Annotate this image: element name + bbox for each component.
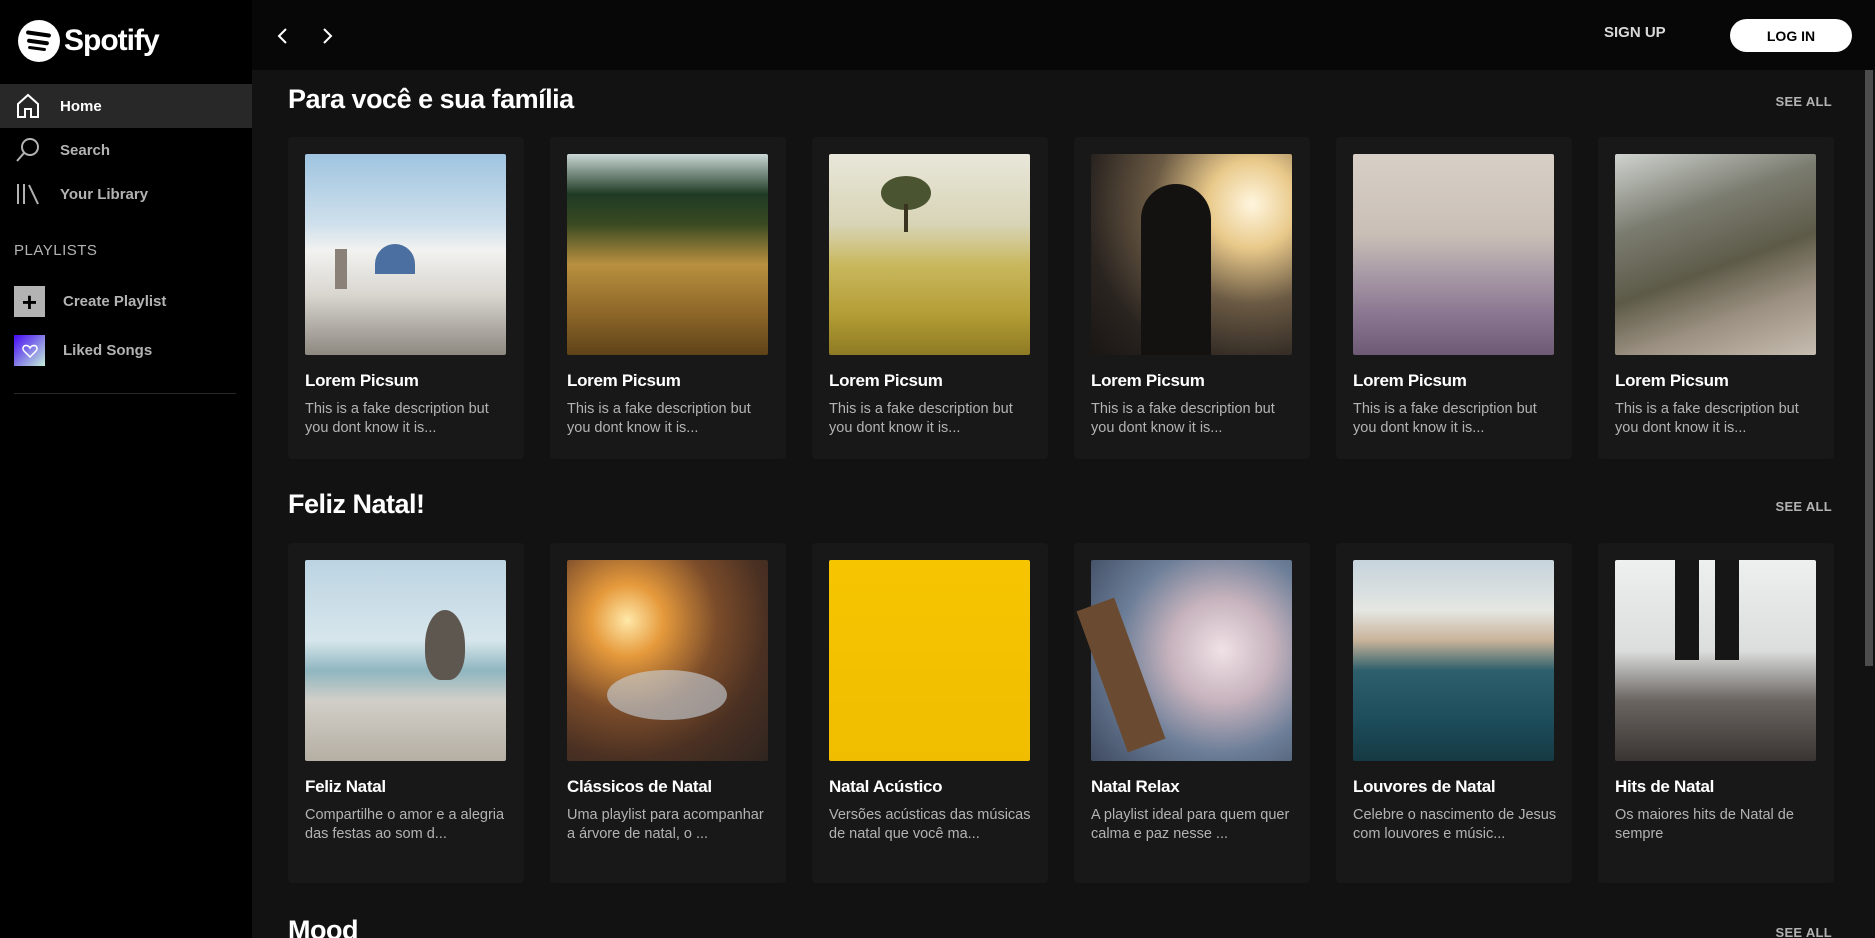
chevron-left-icon <box>277 28 287 44</box>
section-para-voce: Para você e sua família SEE ALL Lorem Pi… <box>288 84 1834 464</box>
card-image <box>1091 154 1292 355</box>
section-mood: Mood SEE ALL <box>288 915 1833 938</box>
playlist-card[interactable]: Lorem Picsum This is a fake description … <box>1336 137 1572 459</box>
section-feliz-natal: Feliz Natal! SEE ALL Feliz Natal Compart… <box>288 489 1834 889</box>
card-image <box>829 154 1030 355</box>
forward-button[interactable] <box>313 22 341 50</box>
scrollbar[interactable] <box>1863 70 1875 938</box>
card-description: This is a fake description but you dont … <box>829 401 1013 436</box>
playlists-heading: PLAYLISTS <box>14 242 98 259</box>
card-description: This is a fake description but you dont … <box>1353 401 1537 436</box>
card-title: Lorem Picsum <box>829 371 943 390</box>
sidebar: Spotify Home Search Your Library PLAYLIS… <box>0 0 252 938</box>
top-bar: SIGN UP LOG IN <box>252 0 1875 70</box>
card-title: Natal Acústico <box>829 777 943 796</box>
card-image <box>305 560 506 761</box>
sign-up-button[interactable]: SIGN UP <box>1604 24 1666 41</box>
card-title: Feliz Natal <box>305 777 386 796</box>
spotify-logo-icon <box>18 20 60 62</box>
home-icon <box>17 93 39 118</box>
playlist-card[interactable]: Natal Acústico Versões acústicas das mús… <box>812 543 1048 883</box>
create-playlist-button[interactable]: + Create Playlist <box>14 286 166 317</box>
see-all-link[interactable]: SEE ALL <box>1775 925 1832 938</box>
nav-item-label: Your Library <box>60 185 149 203</box>
card-title: Lorem Picsum <box>1615 371 1729 390</box>
card-title: Lorem Picsum <box>1353 371 1467 390</box>
playlist-card[interactable]: Clássicos de Natal Uma playlist para aco… <box>550 543 786 883</box>
card-description: This is a fake description but you dont … <box>305 401 489 436</box>
card-image <box>567 560 768 761</box>
liked-songs-label: Liked Songs <box>63 342 153 359</box>
playlist-card[interactable]: Lorem Picsum This is a fake description … <box>288 137 524 459</box>
create-playlist-label: Create Playlist <box>63 293 167 310</box>
playlist-card[interactable]: Louvores de Natal Celebre o nascimento d… <box>1336 543 1572 883</box>
card-image <box>1615 154 1816 355</box>
section-title: Para você e sua família <box>288 84 574 114</box>
see-all-link[interactable]: SEE ALL <box>1775 499 1832 514</box>
sidebar-divider <box>14 393 236 394</box>
card-title: Hits de Natal <box>1615 777 1715 796</box>
playlist-card[interactable]: Feliz Natal Compartilhe o amor e a alegr… <box>288 543 524 883</box>
playlist-card[interactable]: Natal Relax A playlist ideal para quem q… <box>1074 543 1310 883</box>
nav-item-label: Home <box>60 97 102 115</box>
card-image <box>567 154 768 355</box>
see-all-link[interactable]: SEE ALL <box>1775 94 1832 109</box>
card-image <box>829 560 1030 761</box>
main-nav: Home Search Your Library <box>0 84 252 216</box>
playlist-card[interactable]: Lorem Picsum This is a fake description … <box>1598 137 1834 459</box>
spotify-logo[interactable]: Spotify <box>18 20 160 62</box>
card-title: Lorem Picsum <box>305 371 419 390</box>
playlist-card[interactable]: Lorem Picsum This is a fake description … <box>1074 137 1310 459</box>
card-description: A playlist ideal para quem quer calma e … <box>1091 807 1290 842</box>
card-image <box>1353 560 1554 761</box>
card-title: Clássicos de Natal <box>567 777 712 796</box>
section-title: Mood <box>288 915 358 938</box>
nav-item-library[interactable]: Your Library <box>0 172 252 216</box>
playlist-card[interactable]: Hits de Natal Os maiores hits de Natal d… <box>1598 543 1834 883</box>
card-description: Celebre o nascimento de Jesus com louvor… <box>1353 807 1557 842</box>
back-button[interactable] <box>269 22 297 50</box>
chevron-right-icon <box>323 28 333 44</box>
playlist-card[interactable]: Lorem Picsum This is a fake description … <box>550 137 786 459</box>
plus-icon: + <box>14 286 45 317</box>
nav-item-home[interactable]: Home <box>0 84 252 128</box>
card-description: This is a fake description but you dont … <box>1615 401 1799 436</box>
card-description: Uma playlist para acompanhar a árvore de… <box>567 807 764 842</box>
card-description: Compartilhe o amor e a alegria das festa… <box>305 807 505 842</box>
card-image <box>1353 154 1554 355</box>
card-title: Lorem Picsum <box>1091 371 1205 390</box>
card-row: Feliz Natal Compartilhe o amor e a alegr… <box>288 543 1834 883</box>
card-image <box>1076 560 1292 761</box>
card-description: This is a fake description but you dont … <box>1091 401 1275 436</box>
section-title: Feliz Natal! <box>288 489 425 519</box>
card-row: Lorem Picsum This is a fake description … <box>288 137 1834 459</box>
card-description: Os maiores hits de Natal de sempre <box>1615 807 1794 842</box>
playlist-card[interactable]: Lorem Picsum This is a fake description … <box>812 137 1048 459</box>
card-image <box>305 154 506 355</box>
nav-item-label: Search <box>60 141 111 159</box>
card-image <box>1615 560 1816 761</box>
card-title: Louvores de Natal <box>1353 777 1496 796</box>
card-title: Natal Relax <box>1091 777 1180 796</box>
nav-item-search[interactable]: Search <box>0 128 252 172</box>
spotify-wordmark: Spotify <box>64 24 160 57</box>
search-icon <box>16 138 39 162</box>
scrollbar-thumb[interactable] <box>1865 70 1873 666</box>
log-in-button[interactable]: LOG IN <box>1730 19 1852 52</box>
card-description: Versões acústicas das músicas de natal q… <box>829 807 1031 842</box>
card-title: Lorem Picsum <box>567 371 681 390</box>
liked-songs-button[interactable]: Liked Songs <box>14 335 152 366</box>
library-icon <box>17 184 39 205</box>
card-description: This is a fake description but you dont … <box>567 401 751 436</box>
heart-icon <box>14 335 45 366</box>
